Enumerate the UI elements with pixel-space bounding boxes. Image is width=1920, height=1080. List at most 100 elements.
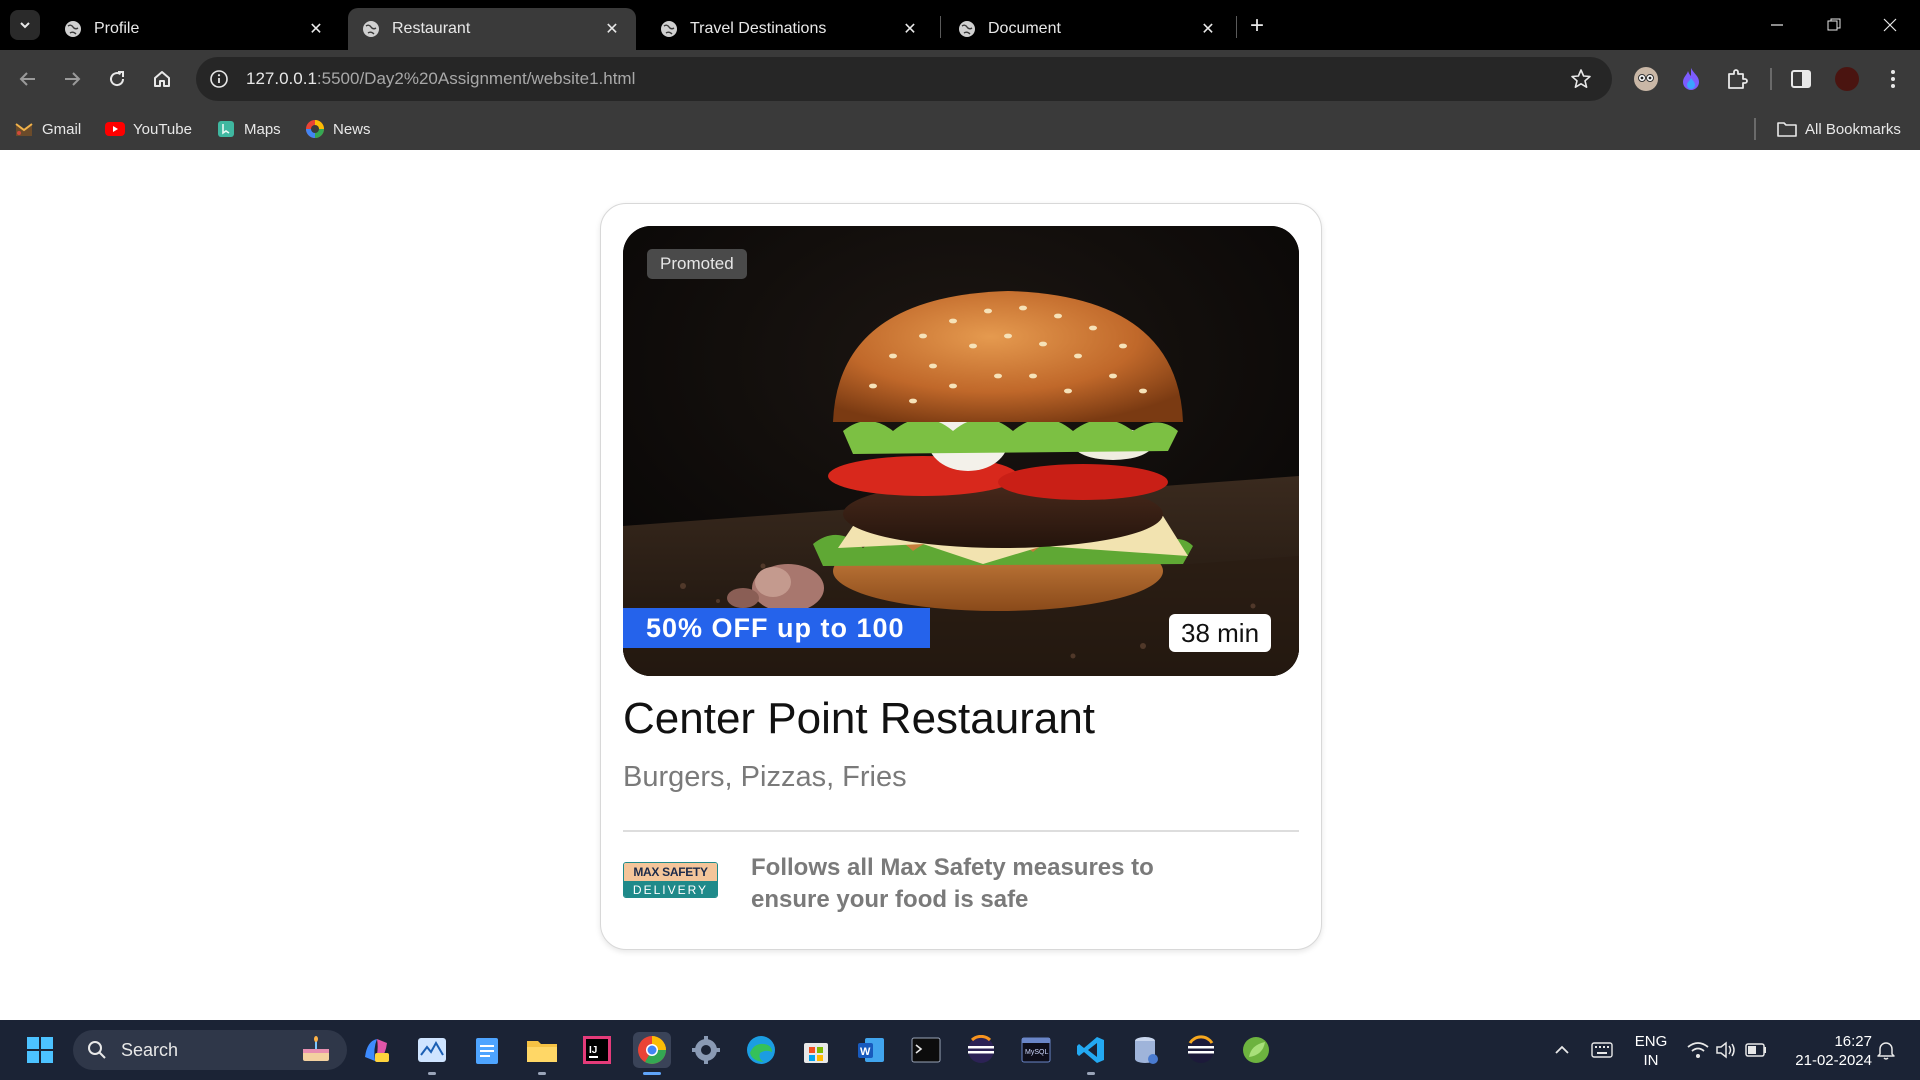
minimize-button[interactable] xyxy=(1757,12,1797,38)
microsoft-store-icon[interactable] xyxy=(798,1032,834,1068)
bookmark-maps[interactable]: Maps xyxy=(216,116,281,142)
tab-title: Travel Destinations xyxy=(690,20,827,37)
tab-title: Restaurant xyxy=(392,20,471,37)
running-indicator xyxy=(428,1072,436,1075)
tab-separator xyxy=(1236,16,1237,38)
language-indicator[interactable]: ENG IN xyxy=(1628,1032,1674,1070)
url-text: 127.0.0.1:5500/Day2%20Assignment/website… xyxy=(246,69,635,89)
file-explorer-icon[interactable] xyxy=(524,1032,560,1068)
spring-tool-suite-icon[interactable] xyxy=(1238,1032,1274,1068)
plus-icon: + xyxy=(1249,12,1264,39)
search-icon xyxy=(88,1041,106,1059)
url-host: 127.0.0.1 xyxy=(246,69,317,88)
db-tool-icon[interactable] xyxy=(1128,1032,1164,1068)
safety-logo-bottom: DELIVERY xyxy=(624,881,717,897)
forward-button[interactable] xyxy=(57,64,87,94)
bookmarks-bar: Gmail YouTube Maps News All Bookmarks xyxy=(0,108,1920,150)
tab-profile[interactable]: Profile ✕ xyxy=(50,8,340,50)
bookmark-label: Gmail xyxy=(42,120,82,138)
side-panel-icon[interactable] xyxy=(1786,64,1816,94)
page-viewport: Promoted 50% OFF up to 100 38 min Center… xyxy=(0,150,1920,1020)
eclipse-ide-icon[interactable] xyxy=(1183,1032,1219,1068)
globe-icon xyxy=(64,20,82,38)
restore-button[interactable] xyxy=(1814,12,1854,38)
home-button[interactable] xyxy=(147,64,177,94)
chrome-icon[interactable] xyxy=(633,1032,671,1068)
arrow-right-icon xyxy=(65,72,81,86)
tab-travel-destinations[interactable]: Travel Destinations ✕ xyxy=(646,8,934,50)
close-icon xyxy=(1883,18,1897,32)
tab-separator xyxy=(940,16,941,38)
task-manager-icon[interactable] xyxy=(414,1032,450,1068)
address-bar[interactable]: 127.0.0.1:5500/Day2%20Assignment/website… xyxy=(196,57,1612,101)
settings-icon[interactable] xyxy=(688,1032,724,1068)
bookmark-gmail[interactable]: Gmail xyxy=(14,116,81,142)
taskbar-search[interactable]: Search xyxy=(73,1030,347,1070)
browser-toolbar: 127.0.0.1:5500/Day2%20Assignment/website… xyxy=(0,50,1920,108)
tab-restaurant[interactable]: Restaurant ✕ xyxy=(348,8,636,50)
close-icon[interactable]: ✕ xyxy=(602,19,622,39)
globe-icon xyxy=(660,20,678,38)
profile-avatar[interactable] xyxy=(1832,64,1862,94)
notifications-bell-icon[interactable] xyxy=(1868,1032,1904,1068)
bookmark-news[interactable]: News xyxy=(305,116,371,142)
show-hidden-icons-chevron-icon[interactable] xyxy=(1544,1032,1580,1068)
bookmark-label: YouTube xyxy=(133,120,192,138)
tab-document[interactable]: Document ✕ xyxy=(944,8,1232,50)
mysql-workbench-icon[interactable]: MySQL xyxy=(1018,1032,1054,1068)
reload-button[interactable] xyxy=(102,64,132,94)
restaurant-card[interactable]: Promoted 50% OFF up to 100 38 min Center… xyxy=(600,203,1322,950)
restore-icon xyxy=(1827,18,1841,31)
back-button[interactable] xyxy=(13,64,43,94)
start-button[interactable] xyxy=(22,1032,58,1068)
keyboard-icon[interactable] xyxy=(1584,1032,1620,1068)
news-icon xyxy=(305,119,325,139)
search-label: Search xyxy=(121,1039,179,1060)
all-bookmarks-label: All Bookmarks xyxy=(1805,120,1901,138)
reload-icon xyxy=(110,71,125,87)
all-bookmarks-button[interactable]: All Bookmarks xyxy=(1777,116,1901,142)
youtube-icon xyxy=(105,119,125,139)
word-icon[interactable]: W xyxy=(853,1032,889,1068)
tab-title: Profile xyxy=(94,20,140,37)
bookmark-label: Maps xyxy=(244,120,281,138)
chevron-down-icon xyxy=(20,22,30,29)
max-safety-logo: MAX SAFETY DELIVERY xyxy=(623,862,718,898)
svg-text:W: W xyxy=(860,1046,871,1058)
url-path: :5500/Day2%20Assignment/website1.html xyxy=(316,69,636,88)
copilot-icon[interactable] xyxy=(358,1032,394,1068)
svg-text:IJ: IJ xyxy=(589,1045,597,1056)
folder-icon xyxy=(1777,119,1797,139)
svg-text:MySQL: MySQL xyxy=(1025,1049,1048,1056)
terminal-icon[interactable] xyxy=(908,1032,944,1068)
vscode-icon[interactable] xyxy=(1073,1032,1109,1068)
new-tab-button[interactable]: + xyxy=(1243,12,1271,40)
restaurant-name: Center Point Restaurant xyxy=(623,694,1096,743)
intellij-icon[interactable]: IJ xyxy=(579,1032,615,1068)
notepad-icon[interactable] xyxy=(469,1032,505,1068)
close-icon[interactable]: ✕ xyxy=(306,19,326,39)
extensions-puzzle-icon[interactable] xyxy=(1722,64,1752,94)
battery-icon[interactable] xyxy=(1738,1032,1774,1068)
bookmarks-divider xyxy=(1754,118,1756,140)
cuisine-list: Burgers, Pizzas, Fries xyxy=(623,761,907,793)
extension-flame-icon[interactable] xyxy=(1676,64,1706,94)
extension-avatar-icon[interactable] xyxy=(1631,64,1661,94)
eclipse-icon[interactable] xyxy=(963,1032,999,1068)
toolbar-divider xyxy=(1770,68,1772,90)
birthday-cake-icon xyxy=(303,1036,329,1061)
bookmark-youtube[interactable]: YouTube xyxy=(105,116,192,142)
running-indicator xyxy=(1087,1072,1095,1075)
clock[interactable]: 16:27 21-02-2024 xyxy=(1780,1032,1872,1070)
edge-icon[interactable] xyxy=(743,1032,779,1068)
bookmark-star-icon[interactable] xyxy=(1568,66,1594,92)
windows-logo-icon xyxy=(27,1037,53,1063)
tab-search-button[interactable] xyxy=(10,10,40,40)
close-icon[interactable]: ✕ xyxy=(1198,19,1218,39)
bookmark-label: News xyxy=(333,120,371,138)
discount-banner: 50% OFF up to 100 xyxy=(623,608,930,648)
close-icon[interactable]: ✕ xyxy=(900,19,920,39)
more-menu-icon[interactable] xyxy=(1878,64,1908,94)
close-window-button[interactable] xyxy=(1870,12,1910,38)
site-info-icon[interactable] xyxy=(204,64,234,94)
